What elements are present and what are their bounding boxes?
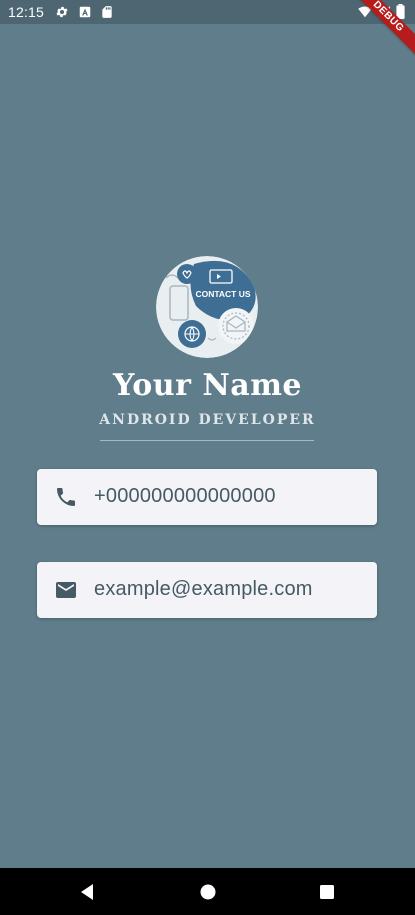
avatar: CONTACT US [156,256,258,358]
profile-name: Your Name [112,368,303,403]
home-icon[interactable] [198,882,218,902]
divider [100,440,314,441]
a-notification-icon [79,6,91,18]
mail-icon [56,582,76,598]
email-address: example@example.com [94,578,313,600]
status-bar: 12:15 [0,0,415,24]
email-card[interactable]: example@example.com [37,562,377,618]
phone-icon [57,488,75,506]
navigation-bar [0,868,415,915]
phone-card[interactable]: +000000000000000 [37,469,377,525]
phone-number: +000000000000000 [94,485,276,507]
status-time: 12:15 [8,4,45,20]
recents-icon[interactable] [317,882,337,902]
gear-icon [56,6,68,18]
profile-role: ANDROID DEVELOPER [99,412,316,428]
contact-us-illustration: CONTACT US [156,256,258,358]
sd-card-icon [102,6,112,18]
back-icon[interactable] [78,882,98,902]
app-screen: 12:15 DEBUG CONTACT US Your Name ANDROID… [0,0,415,915]
avatar-contact-text: CONTACT US [195,289,250,299]
